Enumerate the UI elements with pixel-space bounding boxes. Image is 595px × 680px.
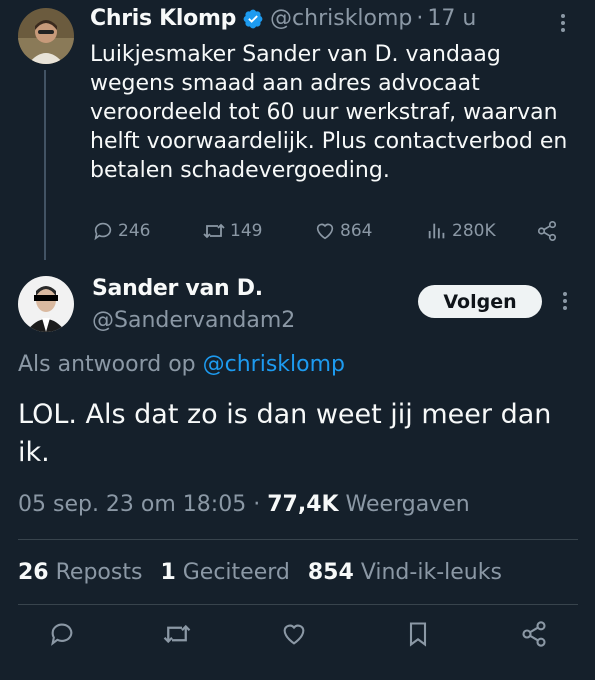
- verified-badge-icon: [242, 8, 264, 30]
- tweet2-views-label: Weergaven: [345, 492, 470, 517]
- bookmark-button[interactable]: [404, 620, 432, 648]
- heart-icon: [314, 220, 336, 242]
- share-button[interactable]: [520, 620, 548, 648]
- tweet2-stats: 26 Reposts 1 Geciteerd 854 Vind-ik-leuks: [18, 560, 502, 585]
- reposts-stat[interactable]: 26 Reposts: [18, 560, 142, 585]
- tweet1-handle[interactable]: @chrisklomp: [270, 6, 412, 31]
- likes-stat[interactable]: 854 Vind-ik-leuks: [308, 560, 502, 585]
- tweet1-time[interactable]: 17 u: [427, 6, 476, 31]
- reposts-label: Reposts: [55, 560, 143, 585]
- reply-icon: [92, 220, 114, 242]
- separator-dot: ·: [253, 492, 261, 517]
- views-icon: [426, 220, 448, 242]
- avatar-chris-klomp[interactable]: [18, 8, 74, 64]
- more-icon[interactable]: [556, 12, 570, 34]
- reply-count: 246: [118, 221, 151, 241]
- repost-icon: [202, 220, 226, 242]
- share-icon: [536, 220, 558, 242]
- quotes-count: 1: [160, 560, 176, 585]
- quotes-stat[interactable]: 1 Geciteerd: [160, 560, 289, 585]
- like-button[interactable]: 864: [314, 220, 372, 242]
- repost-button[interactable]: [162, 620, 192, 648]
- heart-icon: [280, 620, 308, 648]
- like-count: 864: [340, 221, 373, 241]
- tweet2-actions: [40, 620, 560, 654]
- bookmark-icon: [404, 620, 432, 648]
- separator-dot: ·: [416, 6, 424, 31]
- divider: [18, 539, 578, 540]
- likes-count: 854: [307, 560, 354, 585]
- tweet1-actions: 246 149 864 280K: [90, 218, 570, 246]
- reply-icon: [48, 620, 76, 648]
- reply-handle-link[interactable]: @chrisklomp: [203, 352, 345, 377]
- repost-button[interactable]: 149: [202, 220, 262, 242]
- likes-label: Vind-ik-leuks: [360, 560, 502, 585]
- more-icon[interactable]: [558, 290, 572, 312]
- follow-button[interactable]: Volgen: [418, 285, 542, 318]
- like-button[interactable]: [280, 620, 308, 648]
- views-button[interactable]: 280K: [426, 220, 496, 242]
- tweet2-meta: 05 sep. 23 om 18:05 · 77,4K Weergaven: [18, 492, 470, 517]
- reply-button[interactable]: 246: [92, 220, 150, 242]
- tweet2-views-count: 77,4K: [267, 492, 339, 517]
- tweet2-author-name[interactable]: Sander van D.: [92, 276, 263, 301]
- reposts-count: 26: [18, 560, 49, 585]
- tweet1-header: Chris Klomp @chrisklomp · 17 u: [90, 6, 476, 31]
- views-count: 280K: [452, 221, 496, 241]
- tweet1-text: Luikjesmaker Sander van D. vandaag wegen…: [90, 42, 568, 183]
- tweet2-handle[interactable]: @Sandervandam2: [92, 308, 295, 333]
- thread-line: [44, 70, 46, 260]
- divider: [18, 604, 578, 605]
- share-icon: [520, 620, 548, 648]
- share-button[interactable]: [536, 220, 558, 242]
- repost-count: 149: [230, 221, 263, 241]
- repost-icon: [162, 620, 192, 648]
- tweet2-text: LOL. Als dat zo is dan weet jij meer dan…: [18, 399, 552, 468]
- tweet2-timestamp[interactable]: 05 sep. 23 om 18:05: [18, 492, 246, 517]
- reply-context: Als antwoord op @chrisklomp: [18, 352, 345, 377]
- avatar-sander-van-d[interactable]: [18, 276, 74, 332]
- tweet1-author-name[interactable]: Chris Klomp: [90, 6, 236, 31]
- reply-prefix: Als antwoord op: [18, 352, 196, 377]
- reply-button[interactable]: [48, 620, 76, 648]
- quotes-label: Geciteerd: [182, 560, 290, 585]
